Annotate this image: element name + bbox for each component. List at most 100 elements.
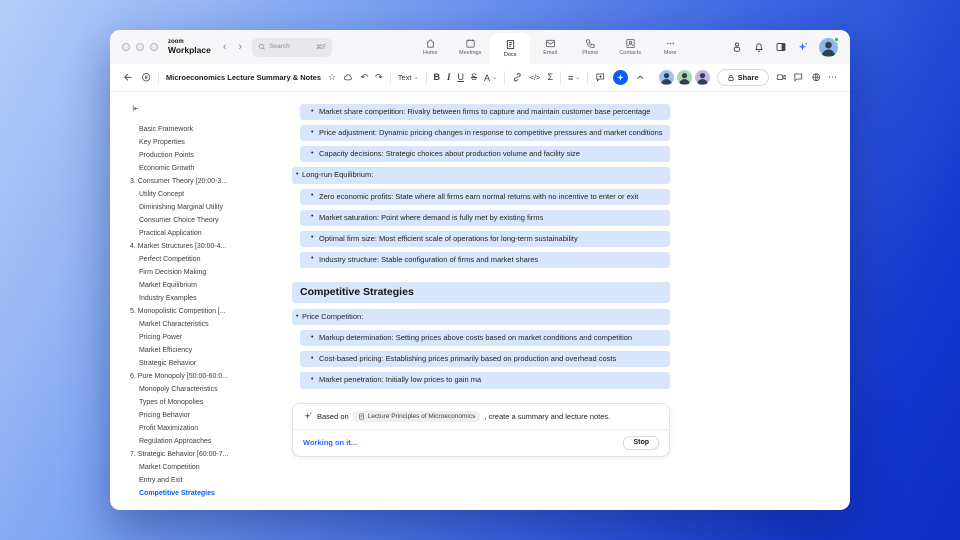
doc-info-icon[interactable] bbox=[141, 72, 152, 83]
outline-item[interactable]: Regulation Approaches bbox=[130, 435, 285, 448]
collapse-sidebar-icon[interactable] bbox=[131, 100, 285, 118]
window-controls[interactable] bbox=[122, 43, 158, 51]
outline-item[interactable]: Types of Monopolies bbox=[130, 396, 285, 409]
doc-bullet[interactable]: • Market share competition: Rivalry betwe… bbox=[300, 104, 670, 121]
search-placeholder: Search bbox=[269, 43, 290, 51]
ai-sparkle-icon[interactable] bbox=[797, 41, 809, 53]
chat-icon[interactable] bbox=[793, 72, 804, 83]
doc-bullet[interactable]: • Price adjustment: Dynamic pricing chang… bbox=[300, 125, 670, 142]
cloud-sync-icon[interactable] bbox=[343, 72, 354, 83]
nav-forward-button[interactable]: › bbox=[239, 41, 243, 53]
outline-item[interactable]: Key Properties bbox=[130, 136, 285, 149]
share-button[interactable]: Share bbox=[716, 69, 769, 86]
ai-companion-button[interactable] bbox=[612, 70, 628, 85]
undo-icon[interactable]: ↶ bbox=[361, 73, 369, 82]
panel-toggle-icon[interactable] bbox=[775, 41, 787, 53]
formula-button[interactable]: Σ bbox=[547, 73, 553, 82]
outline-item[interactable]: Industry Examples bbox=[130, 292, 285, 305]
bell-icon[interactable] bbox=[753, 41, 765, 53]
doc-bullet[interactable]: • Cost-based pricing: Establishing prices… bbox=[300, 351, 670, 368]
stop-button[interactable]: Stop bbox=[623, 435, 659, 450]
video-icon[interactable] bbox=[776, 72, 787, 83]
tab-contacts[interactable]: Contacts bbox=[610, 30, 650, 64]
text-style-dropdown[interactable]: Text ⌄ bbox=[398, 73, 419, 82]
favorite-star-icon[interactable]: ☆ bbox=[328, 73, 336, 82]
outline-item[interactable]: Practical Application bbox=[130, 227, 285, 240]
doc-heading[interactable]: Competitive Strategies bbox=[292, 282, 670, 303]
window-minimize-button[interactable] bbox=[136, 43, 144, 51]
doc-bullet[interactable]: • Long-run Equilibrium: bbox=[292, 167, 670, 184]
outline-item[interactable]: 4. Market Structures [30:00-4... bbox=[130, 240, 285, 253]
doc-bullet[interactable]: • Market saturation: Point where demand i… bbox=[300, 209, 670, 226]
outline-item[interactable]: Pricing Power bbox=[130, 331, 285, 344]
more-options-icon[interactable]: ⋯ bbox=[828, 73, 837, 82]
underline-button[interactable]: U bbox=[458, 73, 465, 82]
outline-item[interactable]: Perfect Competition bbox=[130, 253, 285, 266]
outline-item[interactable]: Market Competition bbox=[130, 461, 285, 474]
italic-button[interactable]: I bbox=[447, 73, 451, 82]
strikethrough-button[interactable]: S bbox=[471, 73, 477, 82]
tab-docs[interactable]: Docs bbox=[490, 33, 531, 64]
outline-item[interactable]: Pricing Behavior bbox=[130, 409, 285, 422]
tab-home[interactable]: Home bbox=[410, 30, 450, 64]
window-zoom-button[interactable] bbox=[150, 43, 158, 51]
tab-more[interactable]: More bbox=[650, 30, 690, 64]
nav-back-button[interactable]: ‹ bbox=[223, 41, 227, 53]
tab-email[interactable]: Email bbox=[530, 30, 570, 64]
doc-bullet[interactable]: • Zero economic profits: State where all … bbox=[300, 188, 670, 205]
text-color-dropdown[interactable]: A ⌄ bbox=[484, 73, 497, 83]
collaborator-avatar[interactable] bbox=[658, 70, 674, 85]
source-doc-chip[interactable]: Lecture Principles of Microeconomics bbox=[352, 410, 481, 422]
doc-bullet[interactable]: • Price Competition: bbox=[292, 309, 670, 326]
outline-item[interactable]: 5. Monopolistic Competition [... bbox=[130, 305, 285, 318]
outline-item[interactable]: 6. Pure Monopoly [50:00-60:0... bbox=[130, 370, 285, 383]
user-avatar[interactable] bbox=[819, 36, 839, 57]
collaborator-avatar[interactable] bbox=[694, 70, 710, 85]
ai-prompt-row: Based on Lecture Principles of Microecon… bbox=[293, 404, 669, 430]
outline-item[interactable]: Monopoly Characteristics bbox=[130, 383, 285, 396]
outline-item[interactable]: Production Points bbox=[130, 149, 285, 162]
bold-button[interactable]: B bbox=[434, 73, 441, 82]
doc-bullet[interactable]: • Industry structure: Stable configuratio… bbox=[300, 251, 670, 268]
assistant-icon[interactable] bbox=[731, 41, 743, 53]
outline-item[interactable]: Diminishing Marginal Utility bbox=[130, 201, 285, 214]
tab-phone[interactable]: Phone bbox=[570, 30, 610, 64]
add-comment-icon[interactable] bbox=[595, 72, 606, 83]
ai-sparkle-icon bbox=[616, 74, 624, 81]
redo-icon[interactable]: ↷ bbox=[375, 73, 383, 82]
collapse-toolbar-icon[interactable] bbox=[635, 72, 646, 83]
doc-bullet[interactable]: • Market penetration: Initially low price… bbox=[300, 372, 670, 389]
outline-item[interactable]: 7. Strategic Behavior [60:00-7... bbox=[130, 448, 285, 461]
window-close-button[interactable] bbox=[122, 43, 130, 51]
back-icon[interactable] bbox=[123, 72, 134, 83]
doc-icon bbox=[358, 413, 364, 419]
outline-item[interactable]: Competitive Strategies bbox=[130, 487, 285, 500]
outline-item[interactable]: Market Characteristics bbox=[130, 318, 285, 331]
tab-label: Contacts bbox=[619, 50, 642, 57]
outline-item[interactable]: Market Equilibrium bbox=[130, 279, 285, 292]
outline-item[interactable]: Strategic Behavior bbox=[130, 357, 285, 370]
collaborator-avatar[interactable] bbox=[676, 70, 692, 85]
outline-item[interactable]: 3. Consumer Theory [20:00-3... bbox=[130, 175, 285, 188]
outline-item[interactable]: Market Efficiency bbox=[130, 344, 285, 357]
outline-item[interactable]: Firm Decision Making bbox=[130, 266, 285, 279]
outline-item[interactable]: Consumer Choice Theory bbox=[130, 214, 285, 227]
outline-item[interactable]: Entry and Exit bbox=[130, 474, 285, 487]
link-icon[interactable] bbox=[512, 72, 523, 83]
outline-item[interactable]: Basic Framework bbox=[130, 123, 285, 136]
tab-label: Phone bbox=[582, 50, 599, 57]
outline-item[interactable]: Utility Concept bbox=[130, 188, 285, 201]
doc-bullet[interactable]: • Capacity decisions: Strategic choices a… bbox=[300, 146, 670, 163]
doc-bullet[interactable]: • Markup determination: Setting prices ab… bbox=[300, 330, 670, 347]
outline-item[interactable]: Profit Maximization bbox=[130, 422, 285, 435]
tab-meetings[interactable]: Meetings bbox=[450, 30, 490, 64]
outline-item[interactable]: Economic Growth bbox=[130, 162, 285, 175]
doc-bullet[interactable]: • Optimal firm size: Most efficient scale… bbox=[300, 230, 670, 247]
tab-label: More bbox=[663, 50, 677, 57]
globe-icon[interactable] bbox=[811, 72, 822, 83]
document-content: • Market share competition: Rivalry betwe… bbox=[292, 104, 670, 389]
code-button[interactable]: </> bbox=[530, 73, 541, 82]
document-canvas[interactable]: • Market share competition: Rivalry betwe… bbox=[285, 92, 850, 509]
search-input[interactable]: Search ⌘F bbox=[252, 37, 333, 57]
list-format-dropdown[interactable]: ≡ ⌄ bbox=[568, 73, 580, 83]
